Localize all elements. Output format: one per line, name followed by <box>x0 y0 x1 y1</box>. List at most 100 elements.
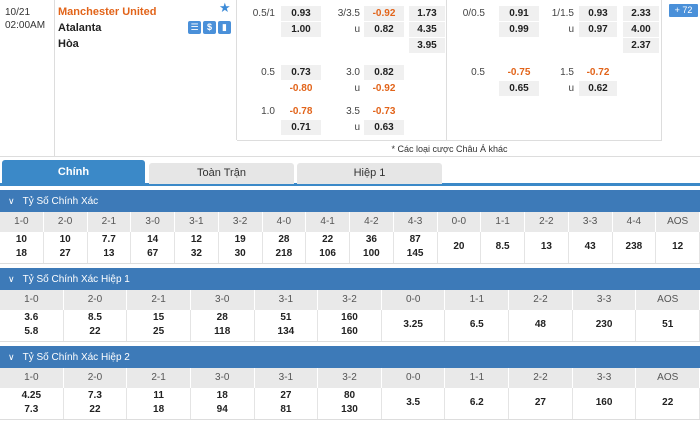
score-odds-cell[interactable]: 43 <box>569 232 613 263</box>
home-score-odds[interactable]: 11 <box>127 390 190 401</box>
ht-handicap-home-odds[interactable]: 0.91 <box>499 6 539 21</box>
away-score-odds[interactable]: 106 <box>306 248 349 259</box>
ft-total-over-odds[interactable]: -0.92 <box>364 6 404 21</box>
score-odds-cell[interactable]: 160 <box>573 388 637 419</box>
score-odds-cell[interactable]: 11 18 <box>127 388 191 419</box>
ft-alt-total-over-1[interactable]: 0.82 <box>364 65 404 80</box>
score-odds[interactable]: 3.5 <box>382 397 445 408</box>
away-score-odds[interactable]: 7.3 <box>0 404 63 415</box>
ht-alt-handicap-home[interactable]: -0.75 <box>499 65 539 80</box>
ht-1x2-home[interactable]: 2.33 <box>623 6 659 21</box>
home-score-odds[interactable]: 3.6 <box>0 312 63 323</box>
away-score-odds[interactable]: 5.8 <box>0 326 63 337</box>
home-score-odds[interactable]: 27 <box>255 390 318 401</box>
tab-main[interactable]: Chính <box>2 160 145 184</box>
star-icon[interactable]: ★ <box>219 0 231 16</box>
score-odds-cell[interactable]: 27 81 <box>255 388 319 419</box>
stats-icon[interactable]: ▮ <box>218 21 231 34</box>
ht-alt-total-over[interactable]: -0.72 <box>579 65 617 80</box>
score-odds-cell[interactable]: 7.3 22 <box>64 388 128 419</box>
score-odds-cell[interactable]: 160 160 <box>318 310 382 341</box>
ft-alt-handicap-home-2[interactable]: -0.78 <box>281 104 321 119</box>
ht-alt-handicap-away[interactable]: 0.65 <box>499 81 539 96</box>
score-odds[interactable]: 27 <box>509 397 572 408</box>
score-odds[interactable]: 51 <box>636 319 699 330</box>
home-score-odds[interactable]: 22 <box>306 234 349 245</box>
away-score-odds[interactable]: 22 <box>64 326 127 337</box>
home-score-odds[interactable]: 10 <box>44 234 87 245</box>
away-score-odds[interactable]: 100 <box>350 248 393 259</box>
home-score-odds[interactable]: 15 <box>127 312 190 323</box>
away-score-odds[interactable]: 18 <box>127 404 190 415</box>
ft-1x2-draw[interactable]: 3.95 <box>409 38 445 53</box>
away-score-odds[interactable]: 134 <box>255 326 318 337</box>
home-score-odds[interactable]: 19 <box>219 234 262 245</box>
score-odds-cell[interactable]: 36 100 <box>350 232 394 263</box>
section-header[interactable]: ∨ Tỷ Số Chính Xác Hiệp 2 <box>0 346 700 368</box>
score-odds-cell[interactable]: 3.5 <box>382 388 446 419</box>
section-header[interactable]: ∨ Tỷ Số Chính Xác Hiệp 1 <box>0 268 700 290</box>
home-score-odds[interactable]: 28 <box>263 234 306 245</box>
score-odds-cell[interactable]: 10 18 <box>0 232 44 263</box>
home-score-odds[interactable]: 160 <box>318 312 381 323</box>
score-odds-cell[interactable]: 8.5 <box>481 232 525 263</box>
home-score-odds[interactable]: 14 <box>131 234 174 245</box>
score-odds[interactable]: 48 <box>509 319 572 330</box>
score-odds-cell[interactable]: 3.25 <box>382 310 446 341</box>
score-odds-cell[interactable]: 22 106 <box>306 232 350 263</box>
chevron-down-icon[interactable]: ∨ <box>8 346 15 368</box>
home-score-odds[interactable]: 7.3 <box>64 390 127 401</box>
score-odds-cell[interactable]: 13 <box>525 232 569 263</box>
ht-alt-total-under[interactable]: 0.62 <box>579 81 617 96</box>
score-odds[interactable]: 160 <box>573 397 636 408</box>
ht-1x2-away[interactable]: 4.00 <box>623 22 659 37</box>
away-score-odds[interactable]: 30 <box>219 248 262 259</box>
chevron-down-icon[interactable]: ∨ <box>8 268 15 290</box>
score-odds[interactable]: 43 <box>569 241 612 252</box>
score-odds-cell[interactable]: 20 <box>438 232 482 263</box>
score-odds-cell[interactable]: 27 <box>509 388 573 419</box>
score-odds-cell[interactable]: 48 <box>509 310 573 341</box>
score-odds-cell[interactable]: 19 30 <box>219 232 263 263</box>
chevron-down-icon[interactable]: ∨ <box>8 190 15 212</box>
score-odds-cell[interactable]: 28 118 <box>191 310 255 341</box>
section-header[interactable]: ∨ Tỷ Số Chính Xác <box>0 190 700 212</box>
away-score-odds[interactable]: 32 <box>175 248 218 259</box>
score-odds-cell[interactable]: 12 <box>656 232 700 263</box>
ft-alt-handicap-away-1[interactable]: -0.80 <box>281 81 321 96</box>
score-odds-cell[interactable]: 6.2 <box>445 388 510 419</box>
home-score-odds[interactable]: 80 <box>318 390 381 401</box>
home-score-odds[interactable]: 10 <box>0 234 43 245</box>
score-odds-cell[interactable]: 14 67 <box>131 232 175 263</box>
score-odds-cell[interactable]: 10 27 <box>44 232 88 263</box>
home-score-odds[interactable]: 7.7 <box>88 234 131 245</box>
ht-1x2-draw[interactable]: 2.37 <box>623 38 659 53</box>
home-score-odds[interactable]: 4.25 <box>0 390 63 401</box>
score-odds-cell[interactable]: 15 25 <box>127 310 191 341</box>
score-odds-cell[interactable]: 7.7 13 <box>88 232 132 263</box>
away-score-odds[interactable]: 218 <box>263 248 306 259</box>
score-odds-cell[interactable]: 238 <box>613 232 657 263</box>
score-odds[interactable]: 13 <box>525 241 568 252</box>
ft-alt-total-over-2[interactable]: -0.73 <box>364 104 404 119</box>
score-odds[interactable]: 6.5 <box>445 319 508 330</box>
score-odds-cell[interactable]: 8.5 22 <box>64 310 128 341</box>
more-markets-badge[interactable]: + 72 <box>669 4 698 17</box>
other-asian-odds-link[interactable]: * Các loại cược Châu Á khác <box>237 140 662 156</box>
score-odds-cell[interactable]: 12 32 <box>175 232 219 263</box>
score-odds[interactable]: 230 <box>573 319 636 330</box>
ht-total-over-odds[interactable]: 0.93 <box>579 6 617 21</box>
home-score-odds[interactable]: 28 <box>191 312 254 323</box>
home-score-odds[interactable]: 36 <box>350 234 393 245</box>
away-score-odds[interactable]: 18 <box>0 248 43 259</box>
home-score-odds[interactable]: 51 <box>255 312 318 323</box>
home-score-odds[interactable]: 12 <box>175 234 218 245</box>
score-odds[interactable]: 6.2 <box>445 397 508 408</box>
ht-total-under-odds[interactable]: 0.97 <box>579 22 617 37</box>
score-odds[interactable]: 22 <box>636 397 699 408</box>
ft-total-under-odds[interactable]: 0.82 <box>364 22 404 37</box>
ft-handicap-home-odds[interactable]: 0.93 <box>281 6 321 21</box>
score-odds-cell[interactable]: 51 <box>636 310 700 341</box>
ft-1x2-home[interactable]: 1.73 <box>409 6 445 21</box>
away-score-odds[interactable]: 130 <box>318 404 381 415</box>
